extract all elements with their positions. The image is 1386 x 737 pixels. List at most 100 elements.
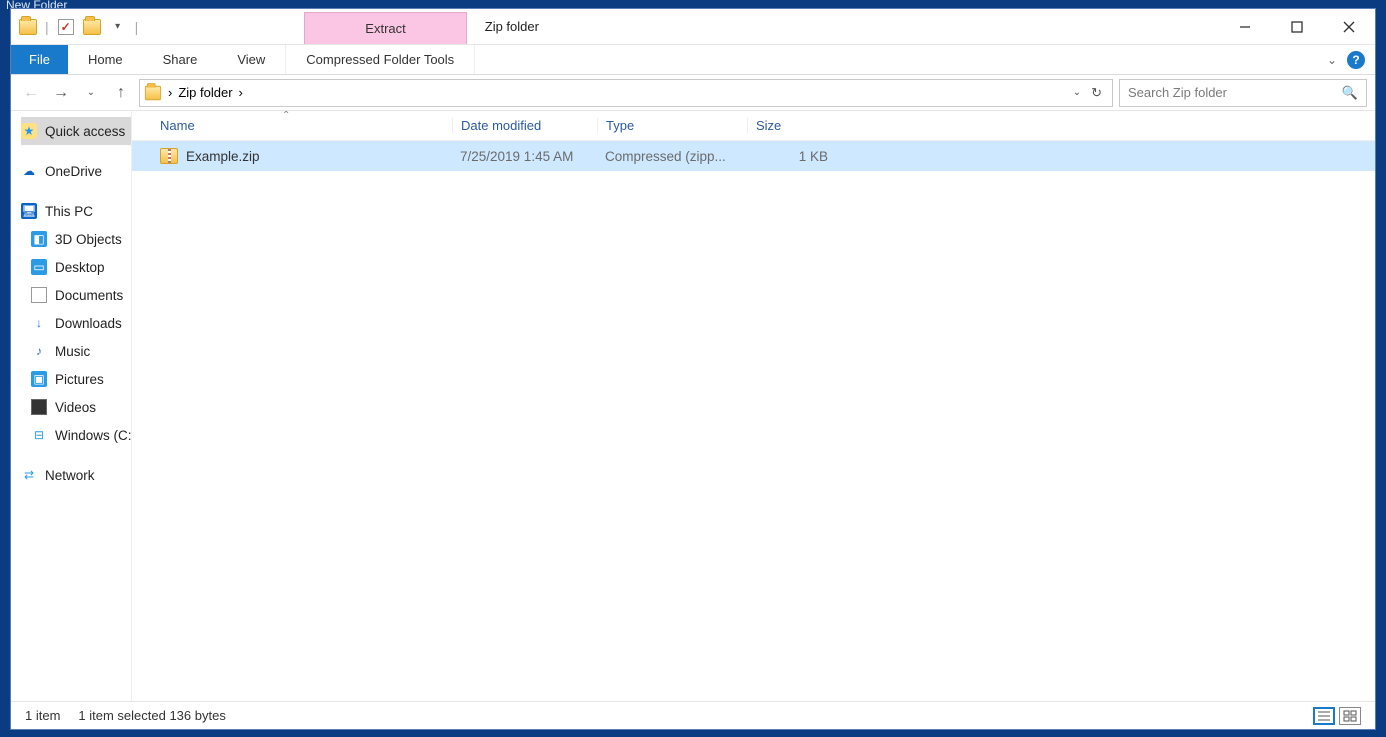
- breadcrumb-separator: ›: [168, 85, 172, 100]
- cloud-icon: ☁: [21, 163, 37, 179]
- nav-label: Downloads: [55, 316, 122, 331]
- view-toggle: [1313, 707, 1361, 725]
- zip-icon: [160, 148, 178, 164]
- file-size-cell: 1 KB: [747, 149, 842, 164]
- column-label: Name: [160, 118, 195, 133]
- explorer-body: ★ Quick access ☁ OneDrive 🖥 This PC ◧ 3D…: [11, 111, 1375, 701]
- search-placeholder: Search Zip folder: [1128, 85, 1227, 100]
- sort-indicator-icon: ⌃: [282, 111, 290, 121]
- chevron-down-icon: ▾: [115, 21, 120, 32]
- up-button[interactable]: ↑: [109, 81, 133, 105]
- nav-pictures[interactable]: ▣ Pictures: [21, 365, 131, 393]
- ribbon-tab-file[interactable]: File: [11, 45, 68, 74]
- help-button[interactable]: ?: [1347, 51, 1365, 69]
- nav-label: Pictures: [55, 372, 104, 387]
- download-icon: ↓: [31, 315, 47, 331]
- details-view-button[interactable]: [1313, 707, 1335, 725]
- status-bar: 1 item 1 item selected 136 bytes: [11, 701, 1375, 729]
- breadcrumb-item[interactable]: Zip folder: [178, 85, 232, 100]
- search-box[interactable]: Search Zip folder 🔍: [1119, 79, 1367, 107]
- ribbon-tab-view[interactable]: View: [217, 45, 285, 74]
- file-date-cell: 7/25/2019 1:45 AM: [452, 149, 597, 164]
- ribbon-tab-home[interactable]: Home: [68, 45, 143, 74]
- minimize-button[interactable]: [1219, 9, 1271, 44]
- ribbon-expand-button[interactable]: ⌄: [1327, 53, 1337, 67]
- drive-icon: ⊟: [31, 427, 47, 443]
- refresh-button[interactable]: ↻: [1091, 85, 1102, 101]
- column-header-date[interactable]: Date modified: [452, 118, 597, 133]
- nav-documents[interactable]: Documents: [21, 281, 131, 309]
- file-rows: Example.zip 7/25/2019 1:45 AM Compressed…: [132, 141, 1375, 701]
- search-icon: 🔍: [1342, 85, 1358, 101]
- status-selection: 1 item selected 136 bytes: [78, 708, 225, 723]
- column-header-type[interactable]: Type: [597, 118, 747, 133]
- network-icon: ⇄: [21, 467, 37, 483]
- nav-downloads[interactable]: ↓ Downloads: [21, 309, 131, 337]
- separator: |: [43, 19, 51, 35]
- close-button[interactable]: [1323, 9, 1375, 44]
- nav-label: This PC: [45, 204, 93, 219]
- large-icons-view-button[interactable]: [1339, 707, 1361, 725]
- nav-desktop[interactable]: ▭ Desktop: [21, 253, 131, 281]
- separator: |: [133, 19, 141, 35]
- monitor-icon: 🖥: [21, 203, 37, 219]
- status-item-count: 1 item: [25, 708, 60, 723]
- ribbon-tab-compressed-tools[interactable]: Compressed Folder Tools: [285, 45, 475, 74]
- nav-windows-c[interactable]: ⊟ Windows (C:): [21, 421, 131, 449]
- nav-quick-access[interactable]: ★ Quick access: [21, 117, 131, 145]
- recent-locations-button[interactable]: ⌄: [79, 81, 103, 105]
- context-tab-group: Extract: [304, 9, 466, 44]
- folder-icon: [83, 19, 101, 35]
- quick-access-toolbar: | ✓ ▾ |: [11, 9, 146, 44]
- nav-label: Quick access: [45, 124, 125, 139]
- file-explorer-window: | ✓ ▾ | Extract Zip folder File Home Sha…: [10, 8, 1376, 730]
- qat-new-folder-button[interactable]: [81, 16, 103, 38]
- column-header-size[interactable]: Size: [747, 118, 842, 133]
- titlebar: | ✓ ▾ | Extract Zip folder: [11, 9, 1375, 45]
- column-header-name[interactable]: Name ⌃: [152, 118, 452, 133]
- nav-label: OneDrive: [45, 164, 102, 179]
- nav-label: Desktop: [55, 260, 105, 275]
- context-tab-extract[interactable]: Extract: [304, 12, 466, 44]
- star-icon: ★: [21, 123, 37, 139]
- nav-network[interactable]: ⇄ Network: [21, 461, 131, 489]
- music-icon: ♪: [31, 343, 47, 359]
- nav-this-pc[interactable]: 🖥 This PC: [21, 197, 131, 225]
- back-button[interactable]: ←: [19, 81, 43, 105]
- nav-label: Documents: [55, 288, 123, 303]
- navigation-toolbar: ← → ⌄ ↑ › Zip folder › ⌄ ↻ Search Zip fo…: [11, 75, 1375, 111]
- nav-music[interactable]: ♪ Music: [21, 337, 131, 365]
- checkmark-icon: ✓: [58, 19, 74, 35]
- folder-icon: [145, 85, 161, 99]
- app-icon[interactable]: [17, 16, 39, 38]
- nav-videos[interactable]: Videos: [21, 393, 131, 421]
- file-list-area: Name ⌃ Date modified Type Size Example.z…: [131, 111, 1375, 701]
- ribbon-tab-share[interactable]: Share: [143, 45, 218, 74]
- video-icon: [31, 399, 47, 415]
- nav-label: Network: [45, 468, 95, 483]
- file-name: Example.zip: [186, 149, 260, 164]
- qat-properties-button[interactable]: ✓: [55, 16, 77, 38]
- forward-button[interactable]: →: [49, 81, 73, 105]
- file-row[interactable]: Example.zip 7/25/2019 1:45 AM Compressed…: [132, 141, 1375, 171]
- nav-3d-objects[interactable]: ◧ 3D Objects: [21, 225, 131, 253]
- navigation-pane: ★ Quick access ☁ OneDrive 🖥 This PC ◧ 3D…: [11, 111, 131, 701]
- desktop-icon: ▭: [31, 259, 47, 275]
- file-type-cell: Compressed (zipp...: [597, 149, 747, 164]
- maximize-button[interactable]: [1271, 9, 1323, 44]
- address-dropdown-button[interactable]: ⌄: [1073, 87, 1081, 98]
- nav-label: Videos: [55, 400, 96, 415]
- folder-icon: [19, 19, 37, 35]
- nav-label: Music: [55, 344, 90, 359]
- address-bar[interactable]: › Zip folder › ⌄ ↻: [139, 79, 1113, 107]
- window-controls: [1219, 9, 1375, 44]
- document-icon: [31, 287, 47, 303]
- file-name-cell: Example.zip: [152, 148, 452, 164]
- pictures-icon: ▣: [31, 371, 47, 387]
- nav-label: Windows (C:): [55, 428, 131, 443]
- column-headers: Name ⌃ Date modified Type Size: [132, 111, 1375, 141]
- qat-customize-button[interactable]: ▾: [107, 16, 129, 38]
- ribbon-tabs: File Home Share View Compressed Folder T…: [11, 45, 1375, 75]
- nav-onedrive[interactable]: ☁ OneDrive: [21, 157, 131, 185]
- breadcrumb-separator: ›: [239, 85, 243, 100]
